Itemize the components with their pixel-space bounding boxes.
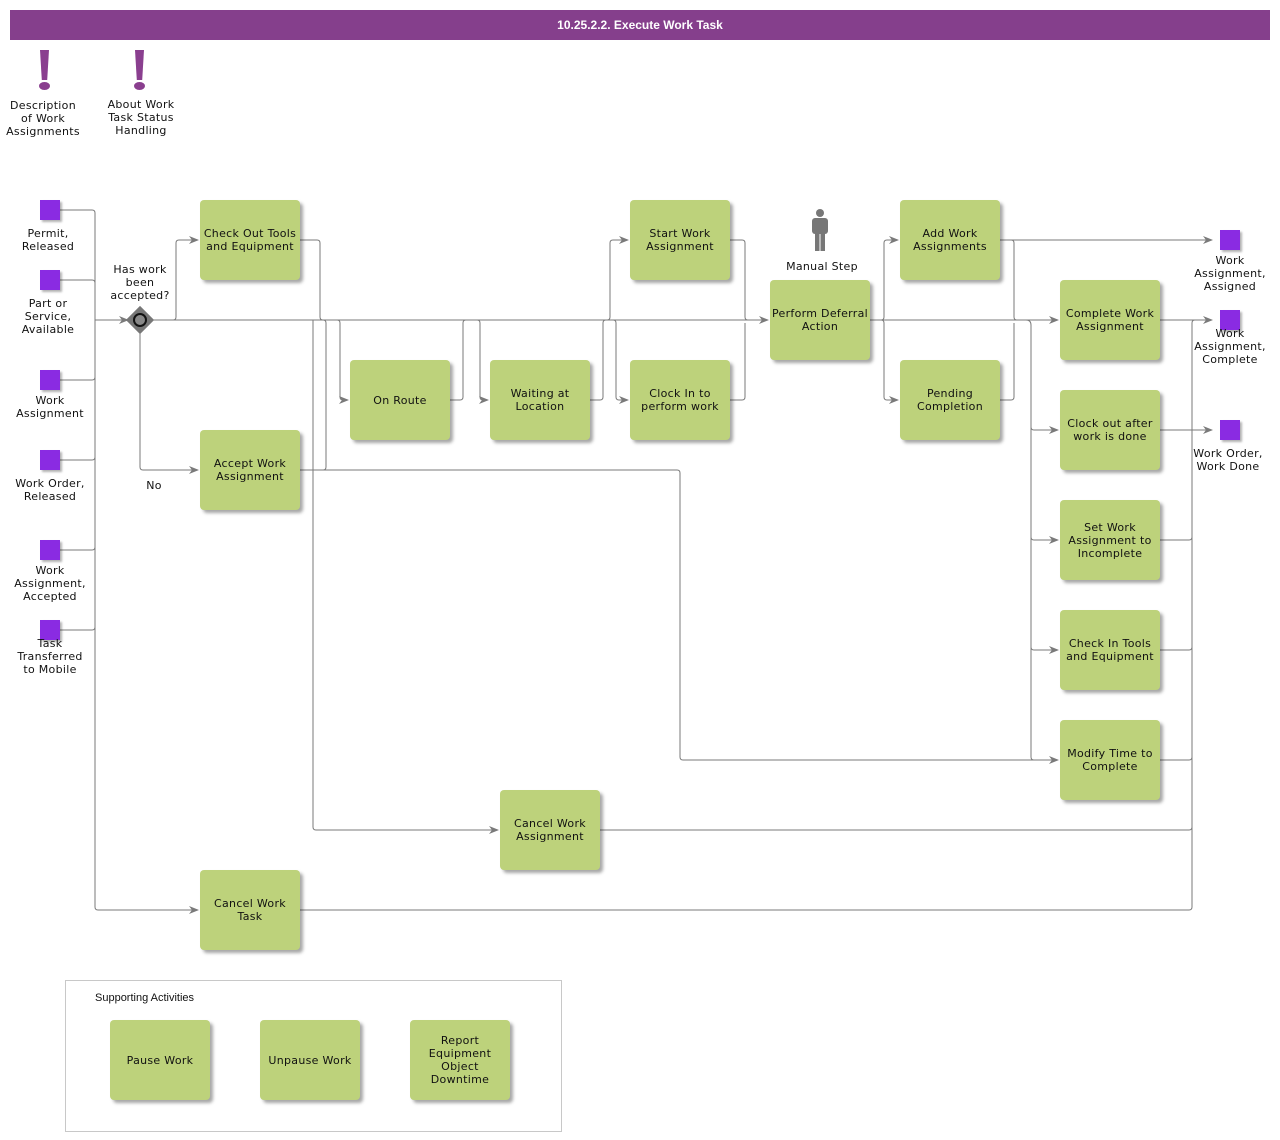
task-modify-time[interactable]: Modify Time to Complete: [1060, 720, 1160, 800]
start-event-label: Work Assignment: [16, 394, 84, 420]
start-event-label: Work Assignment, Accepted: [14, 564, 86, 603]
end-event-label: Work Order, Work Done: [1193, 447, 1263, 473]
start-event-work-order-released[interactable]: [40, 450, 60, 470]
task-complete-work-assignment[interactable]: Complete Work Assignment: [1060, 280, 1160, 360]
start-event-label: Part or Service, Available: [21, 297, 75, 336]
task-report-equipment-downtime[interactable]: Report Equipment Object Downtime: [410, 1020, 510, 1100]
task-accept-work-assignment[interactable]: Accept Work Assignment: [200, 430, 300, 510]
task-unpause-work[interactable]: Unpause Work: [260, 1020, 360, 1100]
gateway-circle-icon: [133, 313, 147, 327]
task-on-route[interactable]: On Route: [350, 360, 450, 440]
task-start-work-assignment[interactable]: Start Work Assignment: [630, 200, 730, 280]
gateway-question: Has work been accepted?: [110, 263, 170, 302]
start-event-label: Permit, Released: [21, 227, 75, 253]
end-event-label: Work Assignment, Assigned: [1194, 254, 1266, 293]
person-icon: [812, 209, 828, 251]
manual-step-label: Manual Step: [786, 260, 858, 273]
start-event-part-or-service-available[interactable]: [40, 270, 60, 290]
supporting-activities-title: Supporting Activities: [95, 992, 195, 1004]
start-event-permit-released[interactable]: [40, 200, 60, 220]
task-add-work-assignments[interactable]: Add Work Assignments: [900, 200, 1000, 280]
task-check-out-tools[interactable]: Check Out Tools and Equipment: [200, 200, 300, 280]
start-event-label: Work Order, Released: [15, 477, 85, 503]
end-event-label: Work Assignment, Complete: [1194, 327, 1266, 366]
task-perform-deferral-action[interactable]: Perform Deferral Action: [770, 280, 870, 360]
task-waiting-at-location[interactable]: Waiting at Location: [490, 360, 590, 440]
start-event-work-assignment-accepted[interactable]: [40, 540, 60, 560]
start-event-work-assignment[interactable]: [40, 370, 60, 390]
task-set-incomplete[interactable]: Set Work Assignment to Incomplete: [1060, 500, 1160, 580]
task-clock-in[interactable]: Clock In to perform work: [630, 360, 730, 440]
task-check-in-tools[interactable]: Check In Tools and Equipment: [1060, 610, 1160, 690]
task-cancel-work-assignment[interactable]: Cancel Work Assignment: [500, 790, 600, 870]
task-clock-out[interactable]: Clock out after work is done: [1060, 390, 1160, 470]
task-pause-work[interactable]: Pause Work: [110, 1020, 210, 1100]
start-event-label: Task Transferred to Mobile: [17, 637, 83, 676]
task-pending-completion[interactable]: Pending Completion: [900, 360, 1000, 440]
gateway-no-label: No: [146, 479, 162, 492]
end-event-work-assignment-assigned[interactable]: [1220, 230, 1240, 250]
end-event-work-order-work-done[interactable]: [1220, 420, 1240, 440]
task-cancel-work-task[interactable]: Cancel Work Task: [200, 870, 300, 950]
